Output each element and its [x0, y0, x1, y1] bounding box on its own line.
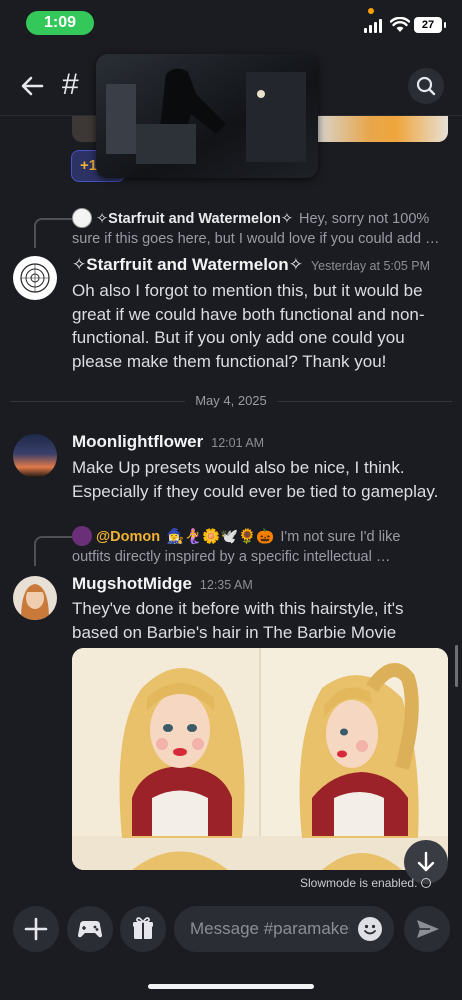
mic-indicator-dot [368, 8, 374, 14]
reply-preview[interactable]: ✧Starfruit and Watermelon✧ Hey, sorry not… [72, 208, 452, 229]
message-composer [0, 896, 462, 1000]
message-timestamp: 12:35 AM [199, 578, 253, 592]
message-text: Oh also I forgot to mention this, but it… [72, 281, 425, 371]
message-author[interactable]: Moonlightflower [72, 432, 203, 451]
picture-in-picture-video[interactable] [96, 54, 318, 178]
avatar[interactable] [13, 256, 57, 300]
reply-emojis: 🧙‍♀️🧜‍♀️🌼🕊️🌻🎃 [166, 529, 275, 545]
clock-icon [421, 878, 432, 888]
reply-text: I'm not sure I'd like [280, 529, 401, 545]
previous-image-right[interactable] [318, 116, 448, 142]
hash-icon: # [62, 68, 79, 101]
message-timestamp: Yesterday at 5:05 PM [310, 259, 430, 273]
message-author[interactable]: ✧Starfruit and Watermelon✧ [72, 255, 303, 274]
gift-icon [133, 917, 153, 939]
status-time: 1:09 [26, 11, 94, 35]
avatar[interactable] [13, 576, 57, 620]
reply-text-continued: sure if this goes here, but I would love… [72, 231, 440, 247]
reply-preview[interactable]: @Domon 🧙‍♀️🧜‍♀️🌼🕊️🌻🎃 I'm not sure I'd like [72, 526, 452, 547]
message-author[interactable]: MugshotMidge [72, 574, 192, 593]
date-divider: May 4, 2025 [10, 392, 452, 410]
reply-author: @Domon [96, 529, 161, 545]
emoji-icon[interactable] [358, 917, 382, 941]
plus-icon [24, 917, 48, 941]
status-bar: 1:09 27 [0, 0, 462, 46]
wifi-icon [389, 16, 411, 33]
back-arrow-icon[interactable] [16, 70, 48, 102]
slowmode-text: Slowmode is enabled. [300, 876, 418, 890]
activities-button[interactable] [67, 906, 113, 952]
avatar[interactable] [13, 434, 57, 478]
send-icon [417, 920, 439, 938]
message-header: MugshotMidge 12:35 AM [72, 574, 253, 594]
reply-avatar [72, 526, 92, 546]
scroll-indicator[interactable] [455, 645, 458, 687]
cellular-signal-icon [364, 19, 384, 33]
message-text: They've done it before with this hairsty… [72, 599, 404, 642]
reply-text: Hey, sorry not 100% [298, 211, 430, 227]
send-button[interactable] [404, 906, 450, 952]
add-attachment-button[interactable] [13, 906, 59, 952]
message-timestamp: 12:01 AM [211, 436, 265, 450]
date-divider-label: May 4, 2025 [185, 393, 277, 408]
reply-avatar [72, 208, 92, 228]
home-indicator [148, 984, 314, 989]
slowmode-notice: Slowmode is enabled. [300, 876, 432, 890]
gamepad-icon [78, 921, 102, 938]
reply-connector [34, 536, 72, 566]
message-header: Moonlightflower 12:01 AM [72, 432, 264, 452]
reply-text-continued: outfits directly inspired by a specific … [72, 549, 391, 565]
message-text: Make Up presets would also be nice, I th… [72, 458, 439, 501]
search-button[interactable] [408, 68, 444, 104]
reply-author: ✧Starfruit and Watermelon✧ [96, 211, 293, 227]
message-header: ✧Starfruit and Watermelon✧ Yesterday at 5… [72, 255, 430, 275]
gift-button[interactable] [120, 906, 166, 952]
search-icon [416, 76, 436, 96]
message-image-attachment[interactable] [72, 648, 448, 870]
battery-indicator: 27 [414, 17, 446, 33]
reply-connector [34, 218, 72, 248]
reaction-label: +1 [80, 157, 98, 174]
